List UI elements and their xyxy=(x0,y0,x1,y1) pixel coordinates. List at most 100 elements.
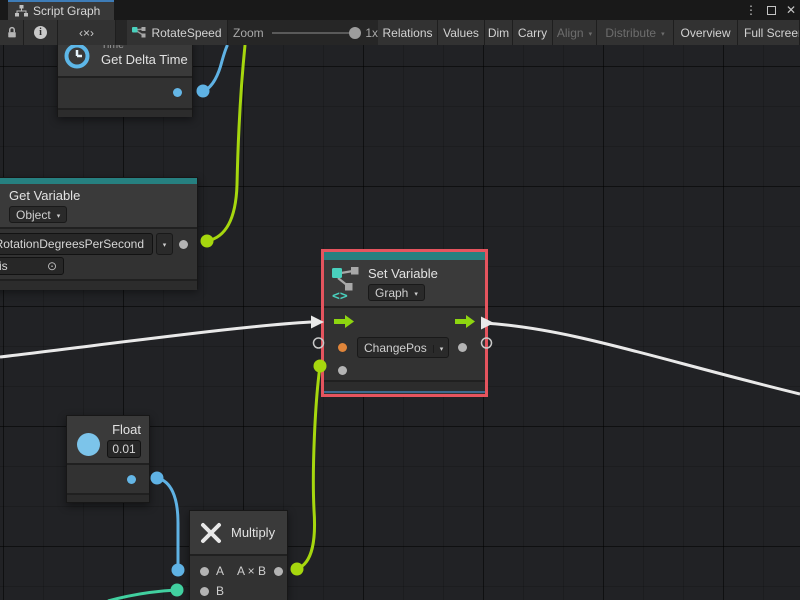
variable-kind-value: Graph xyxy=(375,286,408,300)
output-port-delta-time[interactable] xyxy=(173,88,182,97)
graph-node-icon xyxy=(132,27,146,39)
float-value-input[interactable]: 0.01 xyxy=(107,440,141,458)
align-button: Align ▾ xyxy=(553,20,597,45)
wire-end-dot xyxy=(172,564,185,577)
zoom-label: Zoom xyxy=(233,26,264,40)
node-get-variable[interactable]: Get Variable Object ▾ RotationDegreesPer… xyxy=(0,177,198,289)
carry-label: Carry xyxy=(518,26,547,40)
variable-name-dropdown-button[interactable]: ▾ xyxy=(156,233,173,255)
distribute-label: Distribute xyxy=(605,26,656,40)
target-object-value: This xyxy=(0,259,8,273)
kebab-menu-icon[interactable]: ⋮ xyxy=(745,0,757,20)
dim-button[interactable]: Dim xyxy=(485,20,513,45)
node-multiply[interactable]: Multiply A A × B B xyxy=(189,510,288,600)
zoom-slider[interactable] xyxy=(272,32,358,34)
node-title: Get Delta Time xyxy=(101,52,188,67)
control-output-arrow-icon[interactable] xyxy=(455,315,475,328)
fullscreen-button[interactable]: Full Screen xyxy=(738,20,800,45)
float-value: 0.01 xyxy=(112,442,135,456)
values-label: Values xyxy=(443,26,479,40)
tab-title: Script Graph xyxy=(33,4,100,18)
tab-bar: Script Graph ⋮ ✕ xyxy=(0,0,800,20)
tab-script-graph[interactable]: Script Graph xyxy=(8,0,114,20)
node-set-variable[interactable]: <> Set Variable Graph ▾ xyxy=(324,252,485,394)
wire-multiply-to-set[interactable] xyxy=(297,366,320,569)
node-title: Get Variable xyxy=(9,188,80,203)
wire-float-to-multiply[interactable] xyxy=(157,478,178,570)
output-port-product[interactable] xyxy=(274,567,283,576)
node-set-variable-selection: <> Set Variable Graph ▾ xyxy=(321,249,488,397)
values-button[interactable]: Values xyxy=(438,20,485,45)
wire-end-dot xyxy=(151,472,164,485)
chevron-down-icon: ▾ xyxy=(661,30,665,38)
wire-end-dot xyxy=(197,85,210,98)
code-icon: ‹×› xyxy=(79,26,94,40)
control-input-arrow-icon[interactable] xyxy=(334,315,354,328)
info-icon: i xyxy=(34,26,47,39)
graph-toolbar: i ‹×› RotateSpeed Zoom 1x Relations Valu… xyxy=(0,20,800,45)
output-port-float[interactable] xyxy=(127,475,136,484)
maximize-icon[interactable] xyxy=(767,6,776,15)
overview-label: Overview xyxy=(680,26,730,40)
chevron-down-icon: ▾ xyxy=(589,30,593,38)
input-port-value[interactable] xyxy=(338,366,347,375)
wire-get-variable[interactable] xyxy=(207,45,245,241)
carry-button[interactable]: Carry xyxy=(513,20,553,45)
toolbar-gap xyxy=(116,20,127,45)
input-port-b[interactable] xyxy=(200,587,209,596)
wire-to-multiply-b[interactable] xyxy=(108,590,177,600)
output-port-value[interactable] xyxy=(179,240,188,249)
zoom-slider-handle[interactable] xyxy=(349,27,361,39)
wire-end-dot xyxy=(291,563,304,576)
info-button[interactable]: i xyxy=(24,20,58,45)
object-picker-icon[interactable]: ⊙ xyxy=(47,259,57,273)
variable-node-accent xyxy=(324,252,485,260)
node-title: Set Variable xyxy=(368,266,438,281)
wire-delta-time[interactable] xyxy=(203,45,228,91)
chevron-down-icon: ▾ xyxy=(433,345,444,353)
wire-end-dot xyxy=(171,584,184,597)
set-variable-icon: <> xyxy=(331,265,361,301)
wire-control-right[interactable] xyxy=(483,323,800,394)
variable-name-dropdown[interactable]: ChangePos ▾ xyxy=(357,337,449,358)
target-object-field[interactable]: This ⊙ xyxy=(0,257,64,275)
node-float[interactable]: Float 0.01 xyxy=(66,415,150,503)
chevron-down-icon: ▾ xyxy=(414,290,418,298)
input-port-name[interactable] xyxy=(338,343,347,352)
node-category: Time xyxy=(101,45,124,51)
multiply-icon xyxy=(199,521,223,545)
graph-canvas[interactable]: Time Get Delta Time Get Variable Object … xyxy=(0,45,800,600)
lock-button[interactable] xyxy=(0,20,24,45)
node-get-delta-time[interactable]: Time Get Delta Time xyxy=(57,45,193,117)
variable-name-value: RotationDegreesPerSecond xyxy=(0,237,144,251)
variable-kind-dropdown[interactable]: Object ▾ xyxy=(9,206,67,223)
inspect-values-button[interactable]: ‹×› xyxy=(58,20,116,45)
port-label-a: A xyxy=(216,564,224,578)
clock-icon xyxy=(63,45,91,70)
relations-button[interactable]: Relations xyxy=(378,20,438,45)
overview-button[interactable]: Overview xyxy=(674,20,738,45)
node-title: Float xyxy=(112,422,141,437)
variable-kind-dropdown[interactable]: Graph ▾ xyxy=(368,284,425,301)
dim-label: Dim xyxy=(488,26,509,40)
zoom-value: 1x xyxy=(365,26,378,40)
input-port-a[interactable] xyxy=(200,567,209,576)
breadcrumb-label: RotateSpeed xyxy=(151,26,221,40)
zoom-control: Zoom 1x xyxy=(228,20,378,45)
output-port-value[interactable] xyxy=(458,343,467,352)
variable-kind-value: Object xyxy=(16,208,51,222)
wire-end-dot xyxy=(201,235,214,248)
chevron-down-icon: ▾ xyxy=(57,212,61,220)
node-title: Multiply xyxy=(231,525,275,540)
variable-name-input[interactable]: RotationDegreesPerSecond xyxy=(0,233,153,255)
port-label-b: B xyxy=(216,584,224,598)
wire-control-left[interactable] xyxy=(0,322,311,357)
svg-text:<>: <> xyxy=(332,289,348,301)
fullscreen-label: Full Screen xyxy=(744,26,800,40)
float-icon xyxy=(77,433,100,456)
breadcrumb[interactable]: RotateSpeed xyxy=(127,20,228,45)
align-label: Align xyxy=(557,26,584,40)
close-icon[interactable]: ✕ xyxy=(786,0,796,20)
chevron-down-icon: ▾ xyxy=(163,241,167,249)
lock-icon xyxy=(6,26,18,39)
